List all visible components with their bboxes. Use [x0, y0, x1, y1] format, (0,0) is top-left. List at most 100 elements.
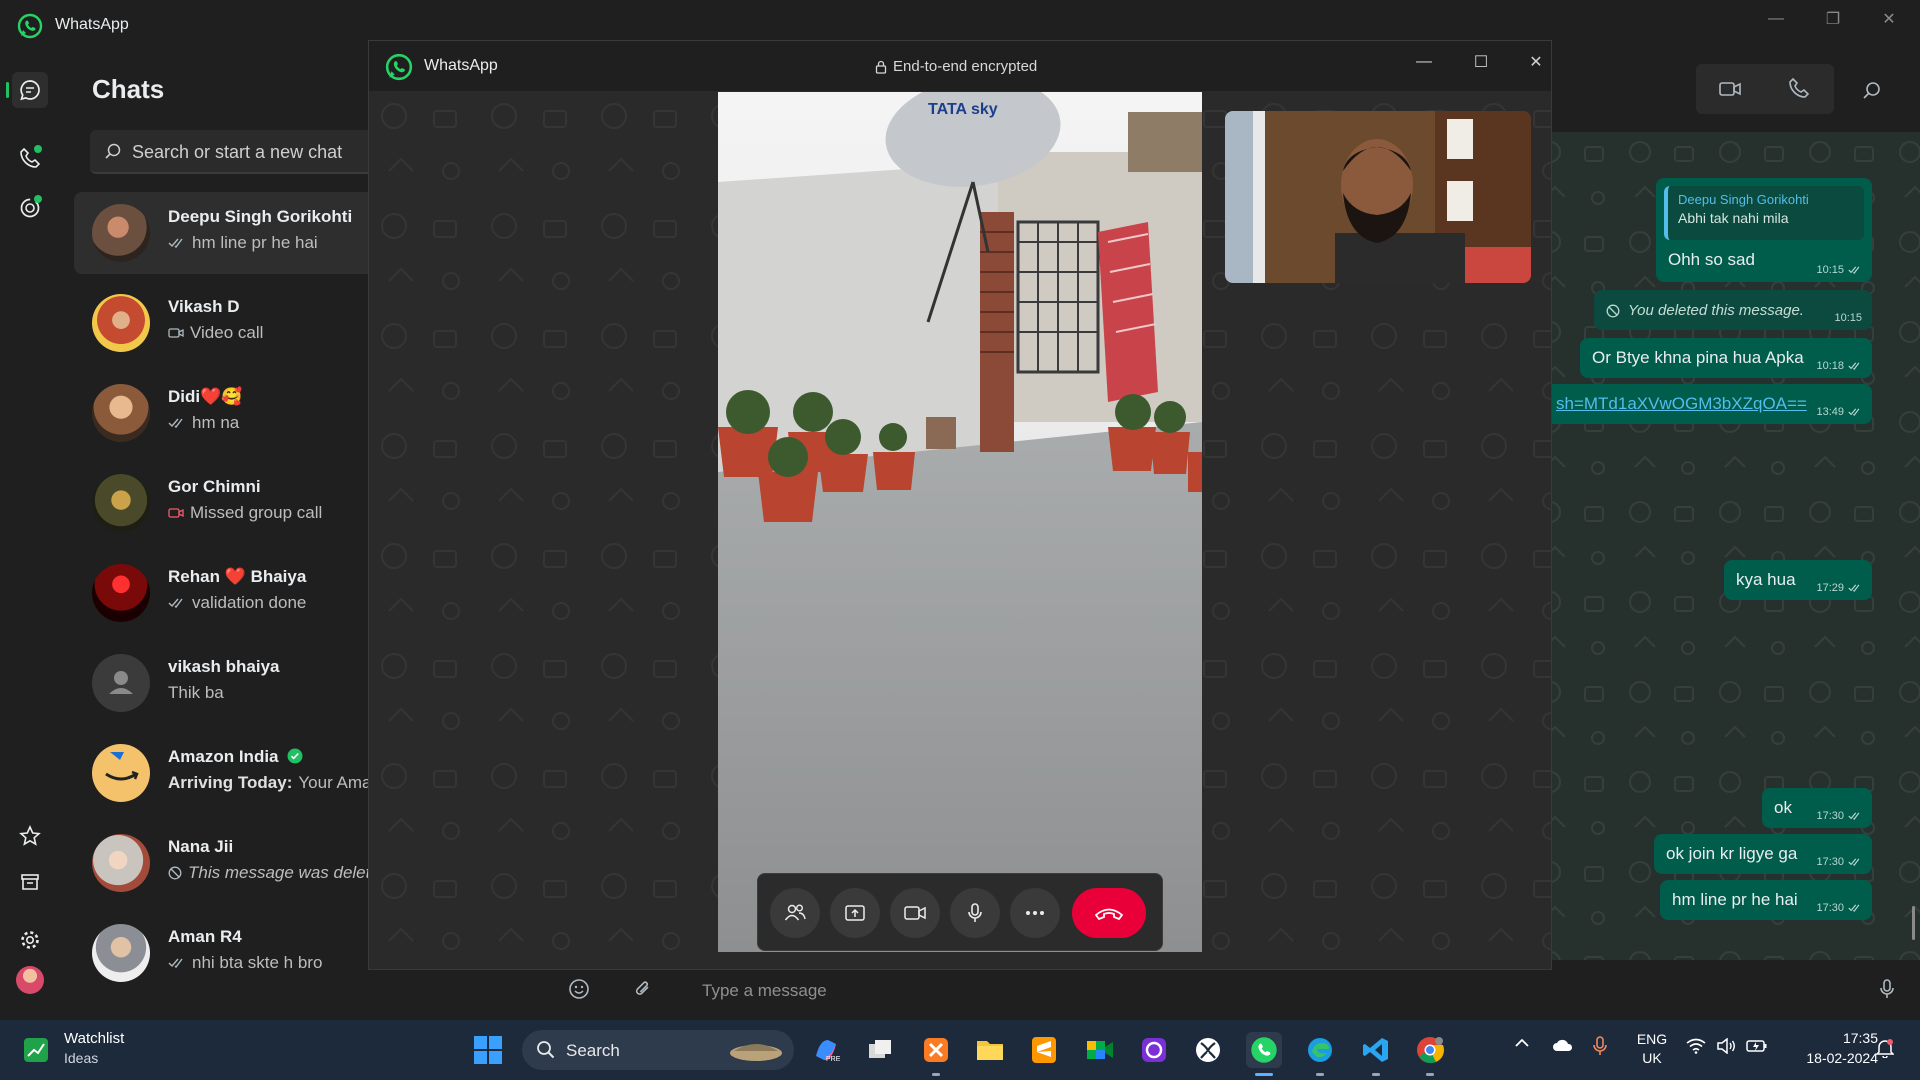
message-input[interactable] — [700, 976, 1604, 1006]
message-bubble[interactable]: sh=MTd1aXVwOGM3bXZqOA== 13:49 — [1544, 384, 1872, 424]
starred-nav-button[interactable] — [12, 818, 48, 854]
end-call-button[interactable] — [1072, 888, 1146, 938]
self-video-frame — [1225, 111, 1531, 283]
message-bubble[interactable]: ok join kr ligye ga 17:30 — [1654, 834, 1872, 874]
taskbar-xbox[interactable] — [1190, 1032, 1226, 1068]
voice-call-button[interactable] — [1788, 77, 1810, 104]
quoted-message[interactable]: Deepu Singh Gorikohti Abhi tak nahi mila — [1664, 186, 1864, 240]
taskbar-search[interactable]: Search — [522, 1030, 794, 1070]
attach-button[interactable] — [632, 978, 654, 1005]
call-maximize-button[interactable]: ☐ — [1464, 51, 1498, 73]
call-titlebar: WhatsApp End-to-end encrypted — ☐ ✕ — [369, 41, 1551, 91]
chats-nav-button[interactable] — [6, 72, 48, 108]
double-tick-icon — [1848, 858, 1860, 866]
xbox-icon — [1196, 1038, 1220, 1062]
notification-dot — [34, 145, 42, 153]
clock[interactable]: 17:35 18-02-2024 — [1786, 1028, 1878, 1068]
chat-name: Rehan ❤️ Bhaiya — [168, 567, 307, 586]
chat-preview: Arriving Today: Your Amazo — [168, 773, 390, 792]
page-title: Chats — [92, 74, 165, 104]
status-nav-button[interactable] — [12, 190, 48, 226]
emoji-button[interactable] — [568, 978, 590, 1005]
video-call-window: WhatsApp End-to-end encrypted — ☐ ✕ TATA… — [368, 40, 1552, 970]
call-minimize-button[interactable]: — — [1407, 51, 1441, 73]
self-video-preview[interactable] — [1225, 111, 1531, 283]
double-tick-icon — [1848, 266, 1860, 274]
double-tick-icon — [1848, 812, 1860, 820]
scrollbar[interactable] — [1912, 906, 1915, 940]
close-button[interactable]: ✕ — [1872, 8, 1906, 30]
message-link[interactable]: sh=MTd1aXVwOGM3bXZqOA== — [1556, 394, 1807, 414]
taskbar-xampp[interactable] — [918, 1032, 954, 1076]
chevron-up-icon — [1515, 1038, 1529, 1047]
archive-icon — [21, 874, 39, 890]
chat-preview: This message was deleted — [168, 863, 389, 883]
message-text: ok join kr ligye ga — [1666, 844, 1798, 863]
windows-logo-icon — [474, 1036, 502, 1064]
avatar — [92, 744, 150, 802]
taskbar-sublime[interactable] — [1026, 1032, 1062, 1068]
conversation-search-button[interactable] — [1862, 80, 1882, 105]
microphone-icon — [1593, 1036, 1607, 1055]
chat-preview: Thik ba — [168, 683, 224, 702]
message-time: 10:15 — [1816, 264, 1862, 276]
camera-toggle-button[interactable] — [890, 888, 940, 938]
microphone-icon — [968, 903, 982, 922]
message-bubble[interactable]: ok 17:30 — [1762, 788, 1872, 828]
taskbar-vscode[interactable] — [1358, 1032, 1394, 1076]
app-title: WhatsApp — [55, 16, 129, 33]
notifications-button[interactable] — [1875, 1038, 1895, 1061]
chat-preview: Missed group call — [168, 503, 322, 523]
message-bubble[interactable]: Or Btye khna pina hua Apka 10:18 — [1580, 338, 1872, 378]
folder-icon — [977, 1041, 1003, 1060]
volume-button[interactable] — [1716, 1037, 1736, 1057]
settings-nav-button[interactable] — [12, 922, 48, 958]
archived-nav-button[interactable] — [12, 864, 48, 900]
message-bubble[interactable]: Deepu Singh Gorikohti Abhi tak nahi mila… — [1656, 178, 1872, 282]
mic-in-use-indicator[interactable] — [1592, 1036, 1608, 1059]
microphone-toggle-button[interactable] — [950, 888, 1000, 938]
chat-name: Deepu Singh Gorikohti — [168, 207, 353, 226]
onedrive-button[interactable] — [1552, 1038, 1574, 1055]
message-bubble[interactable]: hm line pr he hai 17:30 — [1660, 880, 1872, 920]
taskbar-meet[interactable] — [1082, 1032, 1118, 1068]
wifi-button[interactable] — [1686, 1038, 1706, 1057]
avatar — [92, 204, 150, 262]
chat-preview: Video call — [168, 323, 263, 343]
show-hidden-icons-button[interactable] — [1514, 1036, 1530, 1052]
participants-button[interactable] — [770, 888, 820, 938]
taskbar-search-label: Search — [566, 1041, 620, 1060]
stock-chart-icon — [24, 1038, 48, 1062]
more-options-button[interactable] — [1010, 888, 1060, 938]
video-call-button[interactable] — [1718, 77, 1742, 106]
avatar — [92, 474, 150, 532]
verified-badge-icon — [287, 748, 303, 764]
calls-nav-button[interactable] — [12, 140, 48, 176]
call-controls-bar — [757, 873, 1163, 951]
video-icon — [1719, 82, 1741, 96]
taskbar-copilot[interactable]: PRE — [808, 1032, 844, 1068]
taskbar-task-view[interactable] — [862, 1032, 898, 1068]
chat-preview: validation done — [168, 593, 306, 613]
start-button[interactable] — [470, 1032, 506, 1068]
widget-subtitle: Ideas — [64, 1050, 99, 1066]
taskbar-file-explorer[interactable] — [972, 1032, 1008, 1068]
taskbar-chrome[interactable] — [1412, 1032, 1448, 1076]
taskbar-edge[interactable] — [1302, 1032, 1338, 1076]
running-indicator — [1372, 1073, 1380, 1076]
voice-message-button[interactable] — [1876, 978, 1898, 1005]
restore-button[interactable]: ❐ — [1816, 8, 1850, 30]
windows-taskbar: Watchlist Ideas Search PRE ENG UK 17:35 … — [0, 1020, 1920, 1080]
taskbar-whatsapp[interactable] — [1246, 1032, 1282, 1076]
deleted-message-bubble[interactable]: You deleted this message. 10:15 — [1594, 290, 1872, 330]
language-indicator[interactable]: ENG UK — [1636, 1030, 1668, 1068]
battery-button[interactable] — [1746, 1038, 1768, 1057]
share-screen-button[interactable] — [830, 888, 880, 938]
message-time: 17:30 — [1816, 856, 1862, 868]
message-bubble[interactable]: kya hua 17:29 — [1724, 560, 1872, 600]
minimize-button[interactable]: — — [1759, 8, 1793, 30]
taskbar-app-purple[interactable] — [1136, 1032, 1172, 1068]
call-close-button[interactable]: ✕ — [1519, 51, 1551, 73]
profile-button[interactable] — [12, 962, 48, 998]
whatsapp-logo-icon — [1251, 1037, 1277, 1063]
